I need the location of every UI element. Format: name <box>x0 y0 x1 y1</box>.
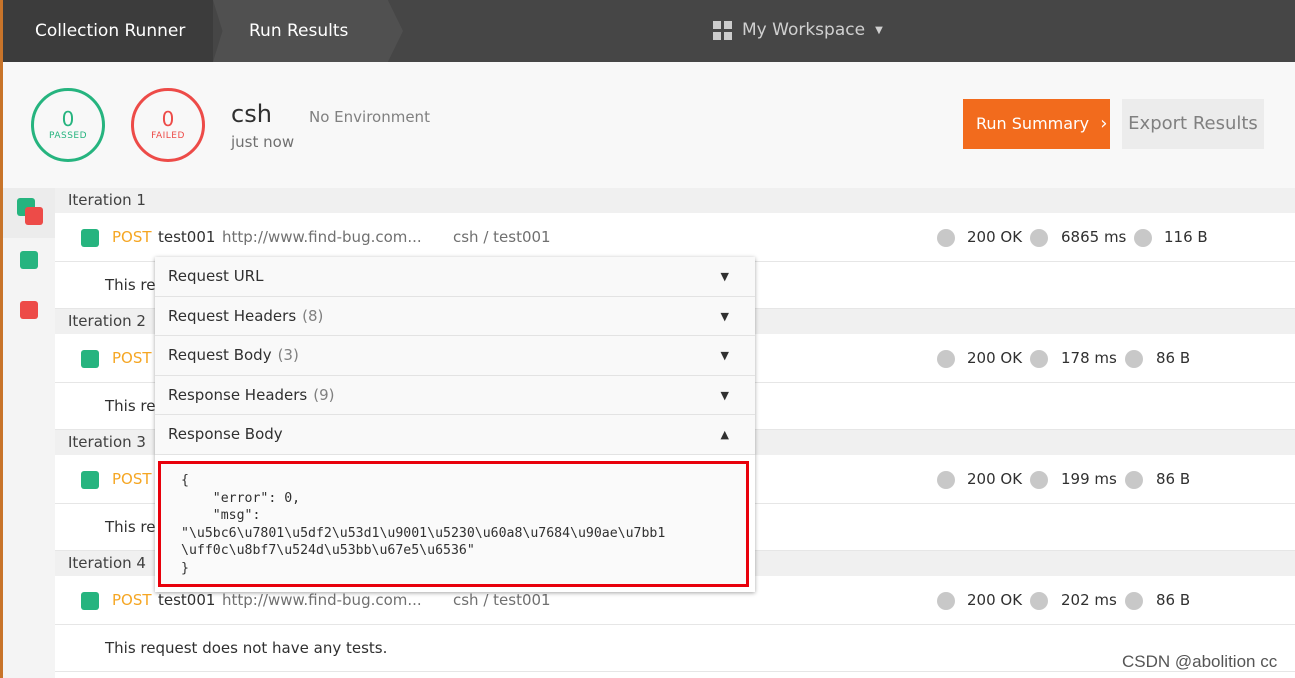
run-summary-button[interactable]: Run Summary › <box>963 99 1110 149</box>
size-dot-icon <box>1125 592 1143 610</box>
response-size: 86 B <box>1156 591 1191 609</box>
section-count: (8) <box>302 306 324 325</box>
request-path: csh / test001 <box>453 591 551 609</box>
chevron-right-icon: › <box>1100 113 1108 134</box>
section-label: Response Body <box>168 425 283 443</box>
response-time: 199 ms <box>1061 470 1117 488</box>
response-size: 86 B <box>1156 349 1191 367</box>
filter-passed-icon[interactable] <box>20 251 38 269</box>
section-response-body[interactable]: Response Body ▲ <box>155 415 755 455</box>
fail-icon <box>25 207 43 225</box>
time-dot-icon <box>1030 350 1048 368</box>
request-row[interactable]: POST test001 http://www.find-bug.com... … <box>55 213 1295 262</box>
time-dot-icon <box>1030 471 1048 489</box>
request-details-dropdown: { "error": 0, "msg": "\u5bc6\u7801\u5df2… <box>155 257 755 592</box>
section-label: Request Headers <box>168 306 297 325</box>
request-path: csh / test001 <box>453 228 551 246</box>
caret-down-icon: ▼ <box>875 24 883 36</box>
status-dot-icon <box>937 229 955 247</box>
tests-message: This request does not have any tests. <box>55 625 1295 672</box>
caret-down-icon: ▼ <box>720 388 729 402</box>
workspace-switcher[interactable]: My Workspace ▼ <box>713 20 883 40</box>
response-time: 6865 ms <box>1061 228 1127 246</box>
section-request-body[interactable]: Request Body (3) ▼ <box>155 336 755 376</box>
response-time: 202 ms <box>1061 591 1117 609</box>
request-name: test001 <box>158 591 216 609</box>
caret-down-icon: ▼ <box>720 349 729 362</box>
status-code: 200 OK <box>967 349 1023 367</box>
method: POST <box>112 470 152 488</box>
size-dot-icon <box>1125 350 1143 368</box>
method: POST <box>112 228 152 246</box>
status-code: 200 OK <box>967 228 1023 246</box>
workspace-label: My Workspace <box>742 20 866 40</box>
section-request-url[interactable]: Request URL ▼ <box>155 257 755 297</box>
pass-status-icon <box>81 350 99 368</box>
response-size: 116 B <box>1164 228 1208 246</box>
section-response-headers[interactable]: Response Headers (9) ▼ <box>155 375 755 415</box>
section-label: Request Body <box>168 346 272 364</box>
time-dot-icon <box>1030 229 1048 247</box>
watermark: CSDN @abolition cc <box>1122 652 1278 671</box>
size-dot-icon <box>1125 471 1143 489</box>
pass-status-icon <box>81 592 99 610</box>
export-results-button[interactable]: Export Results <box>1122 99 1264 149</box>
method: POST <box>112 349 152 367</box>
filter-failed-icon[interactable] <box>20 301 38 319</box>
section-label: Request URL <box>168 267 264 285</box>
section-request-headers[interactable]: Request Headers (8) ▼ <box>155 296 755 336</box>
caret-up-icon: ▲ <box>720 428 729 441</box>
filter-all[interactable] <box>3 188 55 238</box>
environment-label: No Environment <box>309 108 430 126</box>
run-time: just now <box>231 133 295 151</box>
request-url: http://www.find-bug.com... <box>222 228 422 246</box>
filter-sidebar <box>0 188 55 678</box>
request-name: test001 <box>158 228 216 246</box>
collection-name: csh <box>231 100 272 128</box>
pass-status-icon <box>81 471 99 489</box>
status-code: 200 OK <box>967 470 1023 488</box>
method: POST <box>112 591 152 609</box>
grid-icon <box>713 20 732 40</box>
passed-count: 0 PASSED <box>31 88 105 162</box>
status-dot-icon <box>937 350 955 368</box>
tab-collection-runner[interactable]: Collection Runner <box>3 0 213 62</box>
response-size: 86 B <box>1156 470 1191 488</box>
request-url: http://www.find-bug.com... <box>222 591 422 609</box>
section-count: (9) <box>313 385 335 404</box>
status-code: 200 OK <box>967 591 1023 609</box>
size-dot-icon <box>1134 229 1152 247</box>
pass-status-icon <box>81 229 99 247</box>
run-summary-panel: 0 PASSED 0 FAILED csh just now No Environm… <box>0 62 1295 188</box>
response-body-code: { "error": 0, "msg": "\u5bc6\u7801\u5df2… <box>158 461 749 587</box>
time-dot-icon <box>1030 592 1048 610</box>
caret-down-icon: ▼ <box>720 309 729 323</box>
caret-down-icon: ▼ <box>720 270 729 283</box>
status-dot-icon <box>937 471 955 489</box>
tab-run-results[interactable]: Run Results <box>213 0 403 62</box>
section-label: Response Headers <box>168 385 308 404</box>
section-count: (3) <box>277 346 299 364</box>
header: Collection Runner Run Results My Workspa… <box>0 0 1295 62</box>
status-dot-icon <box>937 592 955 610</box>
response-time: 178 ms <box>1061 349 1117 367</box>
failed-count: 0 FAILED <box>131 88 205 162</box>
iteration-header: Iteration 1 <box>55 188 1295 213</box>
